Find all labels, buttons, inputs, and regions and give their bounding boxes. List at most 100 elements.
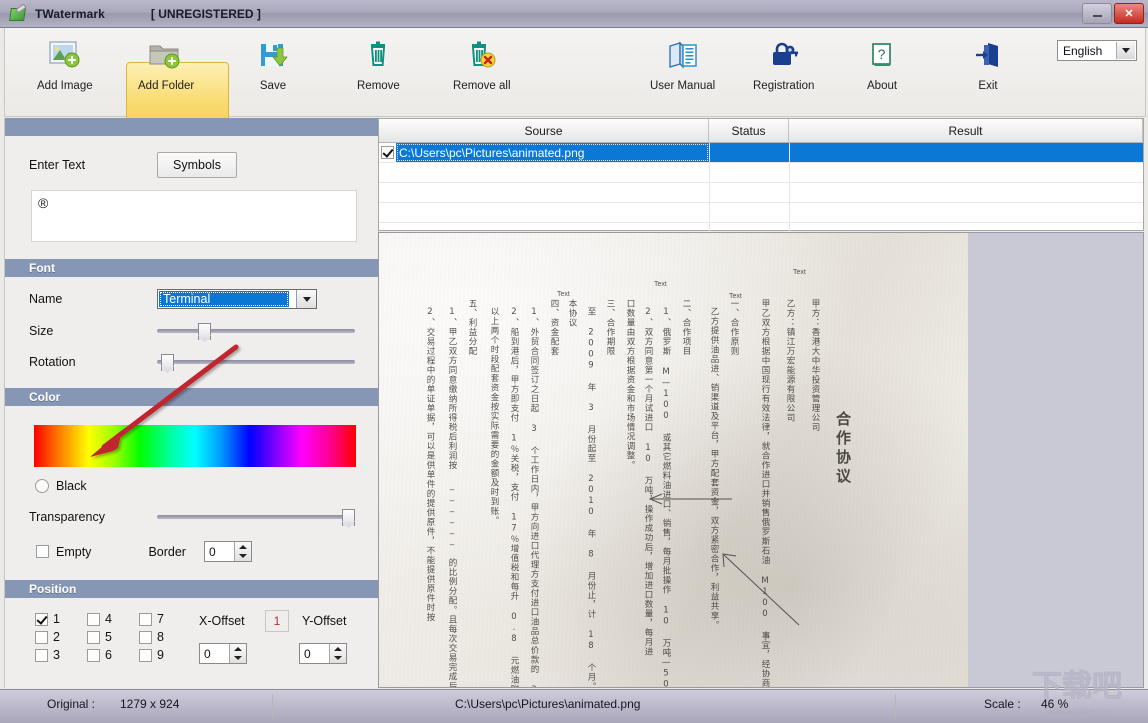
slider-thumb[interactable] <box>198 323 211 340</box>
spinner-up-icon[interactable] <box>334 646 342 651</box>
position-checkbox-7[interactable] <box>139 612 152 626</box>
watermark-text-input[interactable]: ® <box>31 190 357 242</box>
slider-thumb[interactable] <box>161 354 174 371</box>
toolbar-button-remove-all[interactable]: Remove all <box>453 34 511 92</box>
position-cell-9[interactable]: 9 <box>139 646 191 664</box>
question-book-icon: ? <box>869 34 895 76</box>
file-list-row[interactable]: C:\Users\pc\Pictures\animated.png <box>379 143 1143 163</box>
position-number-label: 7 <box>157 612 164 626</box>
column-header-sourse[interactable]: Sourse <box>379 119 709 142</box>
spinner-down-icon[interactable] <box>334 656 342 661</box>
position-checkbox-4[interactable] <box>87 612 100 626</box>
chevron-down-icon[interactable] <box>1116 42 1135 59</box>
position-cell-3[interactable]: 3 <box>35 646 87 664</box>
preview-doc-title: 合作协议 <box>834 411 852 487</box>
position-cell-1[interactable]: 1 <box>35 610 87 628</box>
chevron-down-icon[interactable] <box>296 290 316 308</box>
spinner-buttons[interactable] <box>233 542 251 561</box>
slider-thumb[interactable] <box>342 509 355 526</box>
position-checkbox-9[interactable] <box>139 648 152 662</box>
empty-cell <box>379 183 709 202</box>
color-group-header: Color <box>5 388 378 406</box>
spinner-down-icon[interactable] <box>234 656 242 661</box>
position-cell-8[interactable]: 8 <box>139 628 191 646</box>
position-cell-5[interactable]: 5 <box>87 628 139 646</box>
toolbar-button-save[interactable]: Save <box>258 34 288 92</box>
slider-track <box>157 360 355 364</box>
toolbar-button-user-manual[interactable]: User Manual <box>650 34 715 92</box>
empty-checkbox[interactable] <box>36 545 49 558</box>
position-cell-2[interactable]: 2 <box>35 628 87 646</box>
border-value: 0 <box>208 544 216 559</box>
spinner-up-icon[interactable] <box>234 646 242 651</box>
column-header-result[interactable]: Result <box>789 119 1143 142</box>
position-group-header: Position <box>5 580 378 598</box>
file-list-empty-row[interactable] <box>379 183 1143 203</box>
file-list-body[interactable]: C:\Users\pc\Pictures\animated.png <box>379 143 1143 243</box>
empty-cell <box>379 163 709 182</box>
position-number-label: 2 <box>53 630 60 644</box>
preview-line: 2、交易过程中的单证单据，可以是供单件的提供原件，不能提供原件时按 <box>425 307 435 622</box>
position-checkbox-6[interactable] <box>87 648 100 662</box>
active-position-indicator: 1 <box>265 610 289 632</box>
position-checkbox-1[interactable] <box>35 612 48 626</box>
empty-cell <box>379 203 709 222</box>
black-radio[interactable] <box>35 479 49 493</box>
border-spinner[interactable]: 0 <box>203 541 252 562</box>
toolbar-button-remove[interactable]: Remove <box>357 34 400 92</box>
close-button[interactable]: ✕ <box>1114 3 1144 24</box>
spinner-up-icon[interactable] <box>238 544 247 549</box>
position-checkbox-grid[interactable]: 1 4 7 2 5 8 3 6 9 <box>35 610 191 664</box>
position-checkbox-2[interactable] <box>35 630 48 644</box>
file-list-empty-row[interactable] <box>379 203 1143 223</box>
watermark-text: Text <box>793 269 806 276</box>
column-header-status[interactable]: Status <box>709 119 789 142</box>
position-number-label: 3 <box>53 648 60 662</box>
window-title: TWatermark <box>35 6 105 21</box>
language-select[interactable]: English <box>1057 40 1137 61</box>
toolbar-label: User Manual <box>650 80 716 92</box>
toolbar-button-exit[interactable]: Exit <box>974 34 1002 92</box>
preview-line: 1、俄罗斯 M—100 或其它燃料油进口、销售，每月批操作 10 万吨—50 万… <box>661 307 671 688</box>
minimize-button[interactable] <box>1082 3 1112 24</box>
font-size-slider[interactable] <box>157 322 355 340</box>
file-list[interactable]: Sourse Status Result C:\Users\pc\Pictures\… <box>378 118 1144 243</box>
position-cell-4[interactable]: 4 <box>87 610 139 628</box>
position-checkbox-3[interactable] <box>35 648 48 662</box>
spinner-buttons[interactable] <box>229 644 246 663</box>
toolbar-button-registration[interactable]: Registration <box>753 34 814 92</box>
file-list-empty-row[interactable] <box>379 163 1143 183</box>
toolbar-button-about[interactable]: ? About <box>867 34 897 92</box>
spinner-down-icon[interactable] <box>238 554 247 559</box>
color-spectrum-picker[interactable] <box>34 425 356 467</box>
preview-line: 甲乙双方根据中国现行有效法律，就合作进口并销售俄罗斯石油 M100 事宜，经协商… <box>760 299 770 688</box>
rotation-slider[interactable] <box>157 353 355 371</box>
black-option-row[interactable]: Black <box>35 479 378 493</box>
position-cell-7[interactable]: 7 <box>139 610 191 628</box>
position-checkbox-8[interactable] <box>139 630 152 644</box>
toolbar-button-add-folder[interactable]: Add Folder <box>138 34 194 92</box>
y-offset-spinner[interactable]: 0 <box>299 643 347 664</box>
preview-line: 二、合作项目 <box>681 299 691 356</box>
row-checkbox-cell[interactable] <box>379 143 396 162</box>
font-group-header: Font <box>5 259 378 277</box>
preview-line: 四、资金配套 <box>549 299 559 356</box>
transparency-slider[interactable] <box>157 508 355 526</box>
watermark-text: Text <box>557 291 570 298</box>
toolbar-label: Save <box>259 80 287 92</box>
trash-icon <box>364 34 392 76</box>
toolbar-button-add-image[interactable]: Add Image <box>37 34 93 92</box>
row-checkbox[interactable] <box>381 146 394 159</box>
current-file-path: C:\Users\pc\Pictures\animated.png <box>455 697 641 711</box>
scale-value: 46 % <box>1041 697 1069 711</box>
x-offset-spinner[interactable]: 0 <box>199 643 247 664</box>
toolbar-label: About <box>867 80 898 92</box>
symbols-button[interactable]: Symbols <box>157 152 237 178</box>
position-cell-6[interactable]: 6 <box>87 646 139 664</box>
position-checkbox-5[interactable] <box>87 630 100 644</box>
image-preview[interactable]: 合作协议 甲方：香港大中华投资管理公司 乙方：镇江万宏能源有限公司 甲乙双方根据… <box>378 232 1144 688</box>
font-name-select[interactable]: Terminal <box>157 289 317 309</box>
empty-cell <box>709 203 789 222</box>
spinner-buttons[interactable] <box>329 644 346 663</box>
preview-line: 本协议 <box>567 299 577 328</box>
